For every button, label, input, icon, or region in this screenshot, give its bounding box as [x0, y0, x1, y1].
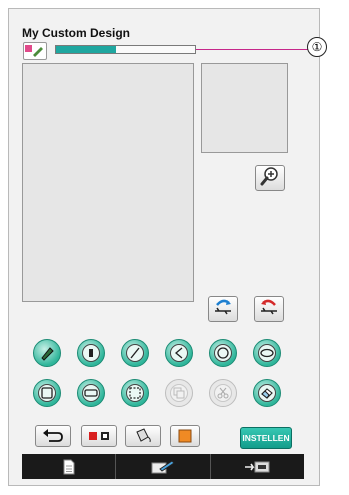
undo-icon	[43, 429, 63, 442]
tab-edit-tools[interactable]	[116, 454, 211, 479]
progress-fill	[56, 46, 116, 53]
oval-icon	[260, 348, 274, 358]
duplicate-icon	[173, 387, 185, 399]
stitch-icon	[23, 42, 47, 60]
usb-load-icon	[257, 297, 281, 322]
eraser-icon	[261, 388, 273, 399]
straight-line-icon	[130, 347, 140, 359]
straight-line-button[interactable]	[121, 339, 149, 367]
new-file-icon	[63, 459, 75, 474]
stamp-icon	[178, 429, 192, 443]
usb-load-button[interactable]	[254, 296, 284, 322]
sewing-machine-icon	[245, 461, 270, 472]
zigzag-line-icon	[174, 347, 183, 359]
bottom-tab-bar	[22, 454, 304, 479]
usb-save-button[interactable]	[208, 296, 238, 322]
fill-bucket-button[interactable]	[125, 425, 161, 447]
rounded-rectangle-button[interactable]	[77, 379, 105, 407]
circle-button[interactable]	[209, 339, 237, 367]
preview-window	[201, 63, 288, 153]
zoom-button[interactable]	[255, 165, 285, 191]
thread-color-button[interactable]	[81, 425, 117, 447]
pen-icon	[41, 347, 54, 361]
set-button[interactable]: INSTELLEN	[240, 427, 292, 449]
pen-tool-button[interactable]	[33, 339, 61, 367]
edit-tools-icon	[151, 459, 175, 473]
stamp-button[interactable]	[170, 425, 200, 447]
rectangle-button[interactable]	[33, 379, 61, 407]
fill-type-button[interactable]	[77, 339, 105, 367]
memory-progress-bar	[55, 45, 196, 54]
page-title: My Custom Design	[22, 26, 131, 40]
fill-type-icon	[89, 349, 93, 357]
tab-new-file[interactable]	[22, 454, 117, 479]
cut-button[interactable]	[209, 379, 237, 407]
eraser-button[interactable]	[253, 379, 281, 407]
drawing-canvas[interactable]	[22, 63, 194, 302]
callout-number: ①	[307, 37, 327, 57]
select-area-button[interactable]	[121, 379, 149, 407]
oval-button[interactable]	[253, 339, 281, 367]
color-swatch-icon	[89, 432, 109, 440]
bucket-icon	[136, 428, 151, 443]
usb-save-icon	[211, 297, 235, 322]
rounded-rectangle-icon	[84, 389, 98, 397]
zigzag-line-button[interactable]	[165, 339, 193, 367]
circle-icon	[217, 347, 229, 359]
duplicate-button[interactable]	[165, 379, 193, 407]
zoom-in-icon	[260, 166, 280, 191]
rectangle-icon	[41, 387, 53, 399]
tab-sewing-machine[interactable]	[211, 454, 304, 479]
undo-button[interactable]	[35, 425, 71, 447]
select-area-icon	[129, 387, 141, 399]
callout-leader-line	[196, 49, 308, 50]
scissors-icon	[217, 387, 229, 399]
